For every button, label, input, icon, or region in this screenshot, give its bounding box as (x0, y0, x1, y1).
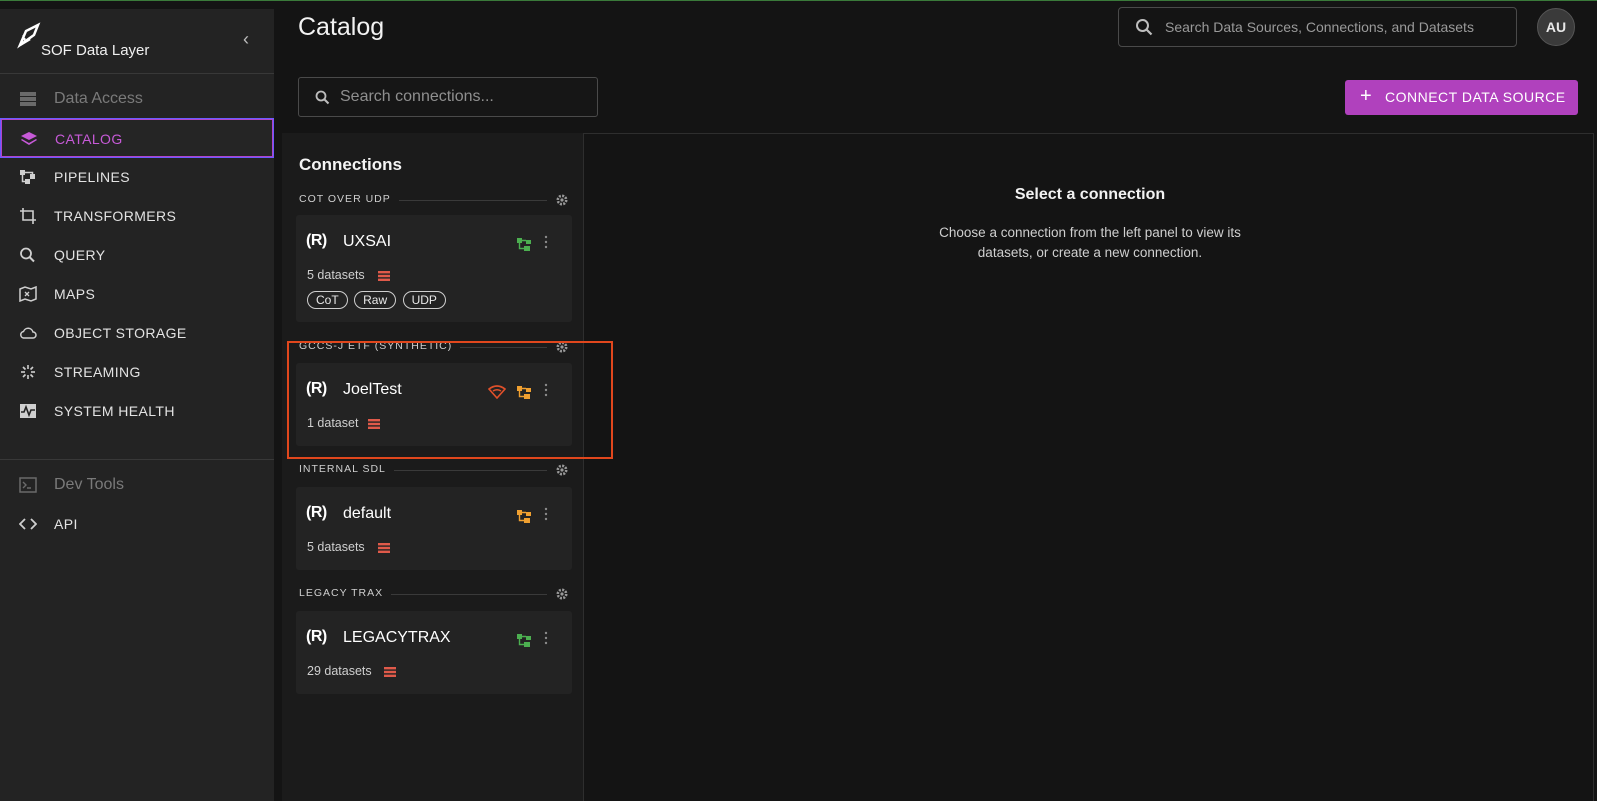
plus-icon: + (1360, 85, 1373, 107)
cloud-icon (20, 327, 37, 339)
sidebar-item-streaming[interactable]: STREAMING (0, 352, 274, 392)
connection-search-placeholder: Search connections... (340, 88, 494, 105)
sidebar-item-query[interactable]: QUERY (0, 235, 274, 275)
empty-state-text: Choose a connection from the left panel … (939, 225, 1241, 260)
crop-icon (20, 208, 36, 224)
streaming-icon (21, 365, 35, 379)
sidebar-item-transformers[interactable]: TRANSFORMERS (0, 196, 274, 236)
connection-group-header: INTERNAL SDL (299, 463, 569, 479)
dataset-icon (384, 667, 396, 677)
sidebar-item-label: API (54, 516, 78, 532)
dataset-icon (378, 543, 390, 553)
sidebar-item-system-health[interactable]: SYSTEM HEALTH (0, 391, 274, 431)
layers-icon (21, 132, 37, 145)
sidebar-item-label: PIPELINES (54, 169, 130, 185)
connection-card-default[interactable]: (R) default 5 datasets (296, 487, 572, 570)
tag-list: CoT Raw UDP (307, 291, 448, 309)
dataset-icon (378, 271, 390, 281)
sidebar-item-maps[interactable]: MAPS (0, 274, 274, 314)
connection-name: LEGACYTRAX (343, 629, 451, 646)
pipeline-icon (20, 170, 35, 184)
connection-card-uxsai[interactable]: (R) UXSAI 5 datasets CoT Raw UDP (296, 215, 572, 322)
gear-icon[interactable] (555, 587, 569, 601)
section-header-data-access: Data Access (0, 79, 274, 119)
empty-state-title: Select a connection (1014, 186, 1166, 203)
more-options-icon[interactable] (544, 631, 548, 645)
brand-header: SOF Data Layer ‹ (0, 9, 274, 74)
terminal-icon (19, 477, 37, 493)
connect-data-source-button[interactable]: + CONNECT DATA SOURCE (1345, 80, 1578, 115)
dataset-count: 5 datasets (307, 268, 365, 282)
search-icon (1136, 19, 1153, 36)
logo-icon (17, 22, 41, 49)
highlight-box (287, 341, 613, 459)
status-tree-icon (517, 238, 531, 251)
tag: CoT (307, 291, 348, 309)
health-icon (20, 404, 36, 418)
sidebar: SOF Data Layer ‹ Data Access CATALOG PIP… (0, 9, 274, 801)
sidebar-item-label: QUERY (54, 247, 106, 263)
gear-icon[interactable] (555, 463, 569, 477)
connection-search-input[interactable]: Search connections... (298, 77, 598, 117)
search-icon (315, 90, 330, 105)
storage-icon (20, 92, 36, 106)
group-name: INTERNAL SDL (299, 463, 394, 475)
sidebar-item-api[interactable]: API (0, 504, 274, 544)
top-accent-line (0, 0, 1597, 1)
section-header-dev-tools: Dev Tools (0, 465, 274, 505)
connector-logo: (R) (306, 628, 327, 645)
group-name: COT OVER UDP (299, 193, 399, 205)
sidebar-item-label: MAPS (54, 286, 96, 302)
global-search-input[interactable]: Search Data Sources, Connections, and Da… (1118, 7, 1517, 47)
dataset-count: 5 datasets (307, 540, 365, 554)
page-title: Catalog (298, 13, 385, 41)
sidebar-item-label: SYSTEM HEALTH (54, 403, 175, 419)
more-options-icon[interactable] (544, 507, 548, 521)
dataset-count: 29 datasets (307, 664, 372, 678)
connection-name: default (343, 505, 392, 522)
connection-card-legacytrax[interactable]: (R) LEGACYTRAX 29 datasets (296, 611, 572, 694)
sidebar-item-pipelines[interactable]: PIPELINES (0, 157, 274, 197)
sidebar-item-label: TRANSFORMERS (54, 208, 177, 224)
sidebar-item-label: CATALOG (55, 131, 123, 147)
sidebar-item-label: OBJECT STORAGE (54, 325, 187, 341)
sidebar-item-object-storage[interactable]: OBJECT STORAGE (0, 313, 274, 353)
more-options-icon[interactable] (544, 235, 548, 249)
connect-button-label: CONNECT DATA SOURCE (1385, 89, 1566, 105)
status-tree-icon (517, 510, 531, 523)
group-name: LEGACY TRAX (299, 587, 392, 599)
app-name: SOF Data Layer (41, 42, 150, 59)
collapse-sidebar-icon[interactable]: ‹ (243, 30, 257, 48)
user-avatar[interactable]: AU (1537, 8, 1575, 46)
connection-name: UXSAI (343, 233, 392, 250)
gear-icon[interactable] (555, 193, 569, 207)
section-header-label: Dev Tools (54, 476, 124, 493)
global-search-placeholder: Search Data Sources, Connections, and Da… (1165, 19, 1474, 35)
connector-logo: (R) (306, 504, 327, 521)
code-icon (19, 518, 37, 530)
status-tree-icon (517, 634, 531, 647)
search-icon (20, 247, 35, 263)
sidebar-item-label: STREAMING (54, 364, 141, 380)
connection-group-header: COT OVER UDP (299, 193, 569, 209)
sidebar-divider (0, 459, 274, 460)
connector-logo: (R) (306, 232, 327, 249)
tag: Raw (354, 291, 397, 309)
connections-title: Connections (299, 155, 402, 174)
tag: UDP (402, 291, 446, 309)
map-icon (19, 286, 37, 302)
section-header-label: Data Access (54, 90, 143, 107)
connection-group-header: LEGACY TRAX (299, 587, 569, 603)
sidebar-item-catalog[interactable]: CATALOG (0, 118, 274, 158)
